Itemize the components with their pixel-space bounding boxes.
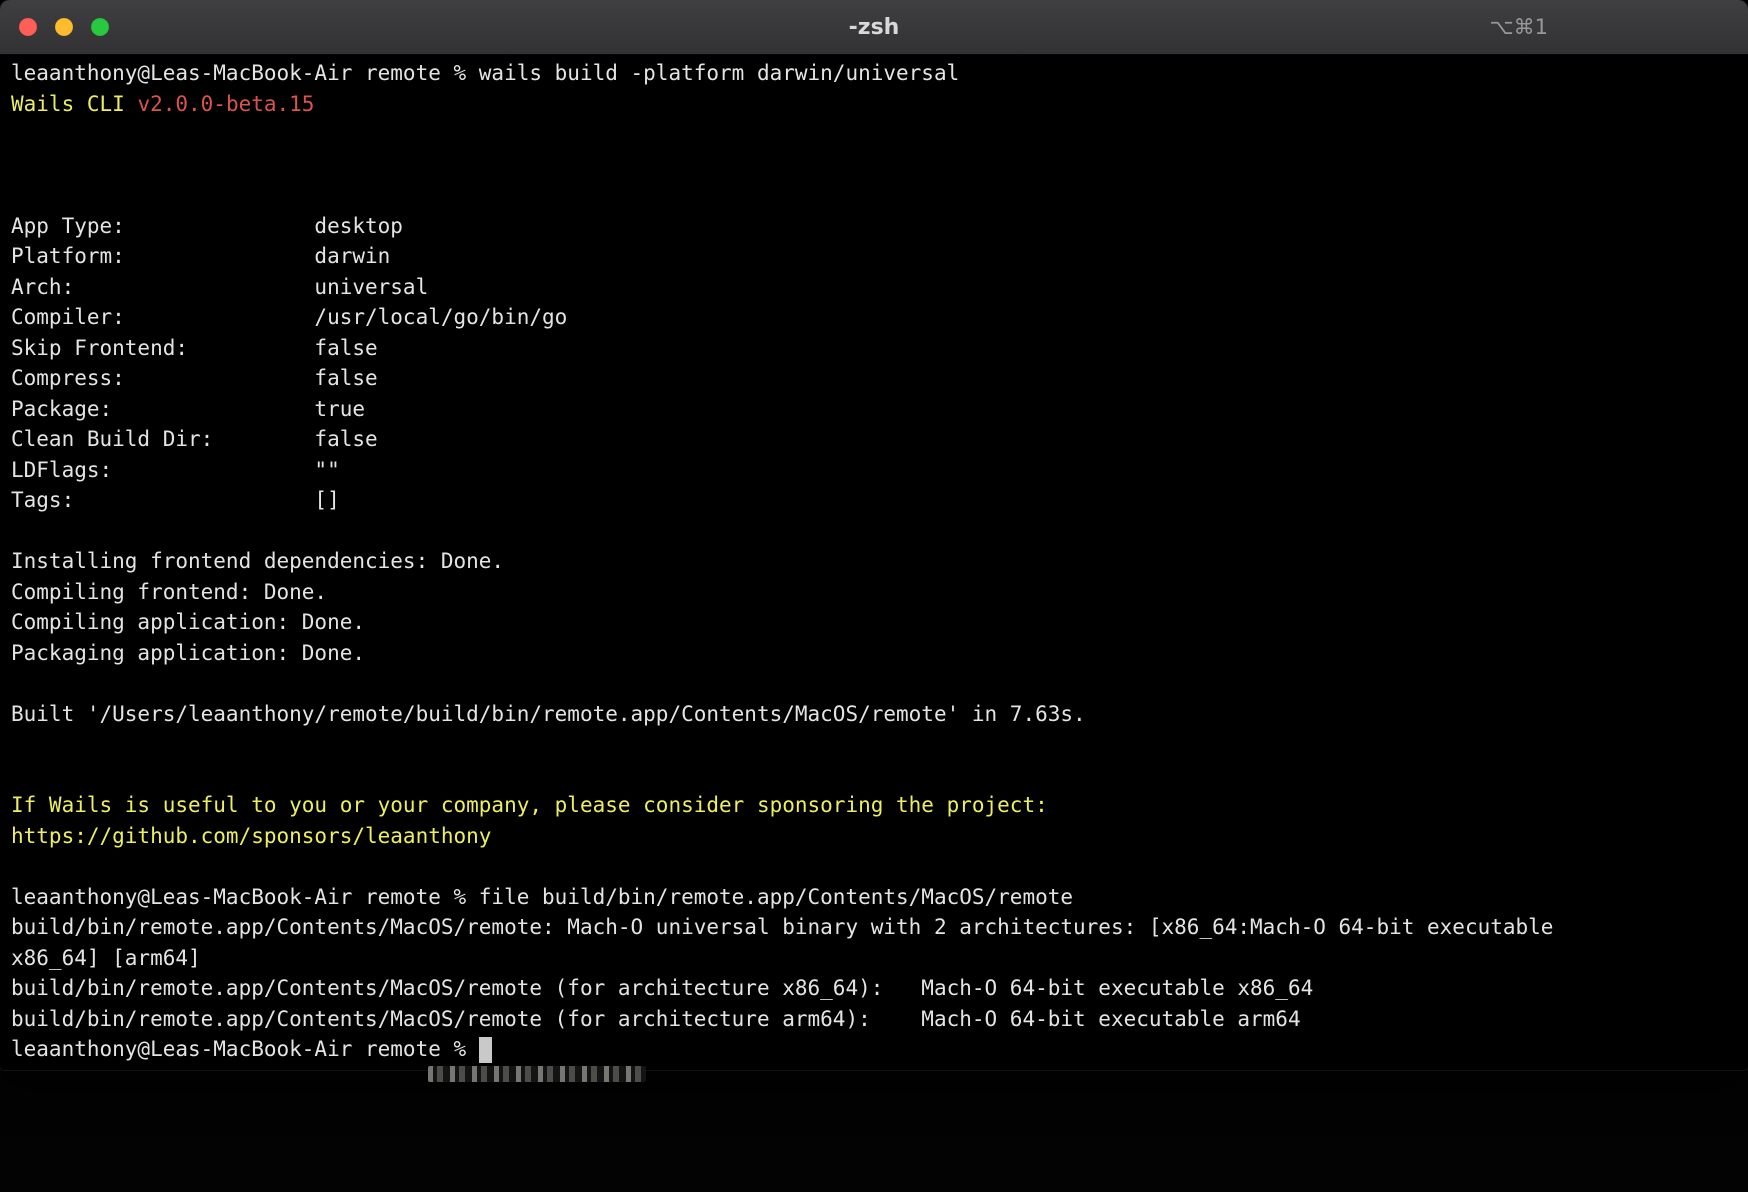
terminal-line: Wails CLI v2.0.0-beta.15 <box>11 89 1748 120</box>
terminal-output[interactable]: leaanthony@Leas-MacBook-Air remote % wai… <box>0 55 1748 1065</box>
window-title: -zsh <box>0 15 1748 40</box>
terminal-line: Compress: false <box>11 363 1748 394</box>
terminal-line: https://github.com/sponsors/leaanthony <box>11 821 1748 852</box>
terminal-line: Arch: universal <box>11 272 1748 303</box>
terminal-line <box>11 516 1748 547</box>
terminal-line: Package: true <box>11 394 1748 425</box>
terminal-window: -zsh ⌥⌘1 leaanthony@Leas-MacBook-Air rem… <box>0 0 1748 1070</box>
terminal-line: x86_64] [arm64] <box>11 943 1748 974</box>
window-shortcut-badge: ⌥⌘1 <box>1489 15 1548 39</box>
terminal-line <box>11 851 1748 882</box>
terminal-line: Compiling frontend: Done. <box>11 577 1748 608</box>
background-window-sliver <box>428 1066 646 1082</box>
close-button[interactable] <box>19 18 37 36</box>
terminal-line: If Wails is useful to you or your compan… <box>11 790 1748 821</box>
terminal-line <box>11 729 1748 760</box>
terminal-line: Compiler: /usr/local/go/bin/go <box>11 302 1748 333</box>
terminal-line: leaanthony@Leas-MacBook-Air remote % wai… <box>11 58 1748 89</box>
terminal-line: leaanthony@Leas-MacBook-Air remote % <box>11 1034 1748 1065</box>
terminal-line <box>11 760 1748 791</box>
terminal-line <box>11 119 1748 150</box>
terminal-line: LDFlags: "" <box>11 455 1748 486</box>
terminal-line <box>11 668 1748 699</box>
terminal-line: Compiling application: Done. <box>11 607 1748 638</box>
terminal-line: Built '/Users/leaanthony/remote/build/bi… <box>11 699 1748 730</box>
traffic-lights <box>0 18 109 36</box>
terminal-line: Clean Build Dir: false <box>11 424 1748 455</box>
terminal-line: leaanthony@Leas-MacBook-Air remote % fil… <box>11 882 1748 913</box>
zoom-button[interactable] <box>91 18 109 36</box>
terminal-line: Installing frontend dependencies: Done. <box>11 546 1748 577</box>
titlebar[interactable]: -zsh ⌥⌘1 <box>0 0 1748 55</box>
terminal-line: Skip Frontend: false <box>11 333 1748 364</box>
terminal-cursor <box>479 1037 492 1063</box>
terminal-line: Packaging application: Done. <box>11 638 1748 669</box>
terminal-line: build/bin/remote.app/Contents/MacOS/remo… <box>11 1004 1748 1035</box>
terminal-line: Tags: [] <box>11 485 1748 516</box>
minimize-button[interactable] <box>55 18 73 36</box>
terminal-line <box>11 180 1748 211</box>
terminal-line: build/bin/remote.app/Contents/MacOS/remo… <box>11 912 1748 943</box>
terminal-line: App Type: desktop <box>11 211 1748 242</box>
terminal-line: Platform: darwin <box>11 241 1748 272</box>
terminal-line <box>11 150 1748 181</box>
terminal-line: build/bin/remote.app/Contents/MacOS/remo… <box>11 973 1748 1004</box>
